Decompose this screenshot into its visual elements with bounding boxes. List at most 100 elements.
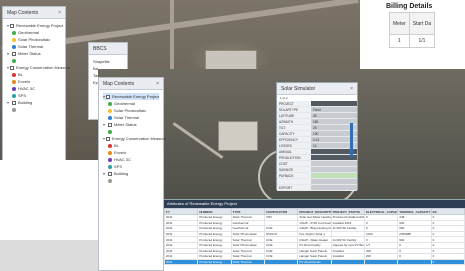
layer-label: Meter Status xyxy=(18,51,41,56)
layer-tree-item[interactable]: ▾ Meter Status xyxy=(7,50,61,57)
panel-list-item[interactable]: Shapefile xyxy=(93,58,123,65)
field-value[interactable] xyxy=(311,167,357,172)
layer-tree-item[interactable]: Solar Photovoltaic xyxy=(103,107,159,114)
layer-checkbox[interactable] xyxy=(10,65,15,70)
panel-controls[interactable]: × xyxy=(58,7,62,19)
layer-tree-item[interactable]: ▾ Energy Conservation Measure xyxy=(103,135,166,142)
billing-row[interactable]: 1 1/1 xyxy=(389,34,436,48)
layer-tree-item[interactable]: Solar Thermal xyxy=(7,43,61,50)
map-contents-panel: Map Contents × ▾ Renewable Energy Project… xyxy=(98,77,166,271)
layer-tree-item[interactable]: SPS xyxy=(103,163,159,170)
layer-tree-item[interactable]: Solar Photovoltaic xyxy=(7,36,61,43)
layer-tree-item[interactable]: Envelo xyxy=(7,78,61,85)
billing-column-header[interactable]: Meter xyxy=(389,12,410,35)
field-label: LOSSES xyxy=(277,143,311,148)
expand-arrow-icon[interactable]: ▾ xyxy=(7,99,11,106)
layer-checkbox[interactable] xyxy=(108,122,112,127)
legend-swatch-icon xyxy=(108,101,112,106)
expand-arrow-icon[interactable]: ▾ xyxy=(7,22,9,29)
field-value[interactable]: Fixed xyxy=(311,107,357,112)
billing-column-header[interactable]: Start Da xyxy=(408,12,436,35)
field-label: COST xyxy=(277,161,311,166)
field-label: ANNUAL xyxy=(277,149,311,154)
field-value[interactable]: 35 xyxy=(311,113,357,118)
layer-label: Meter Status xyxy=(114,122,137,127)
solar-calculator-popup: Solar Simulator × 1 of 2 PROJECT SOLARTYP… xyxy=(276,82,358,191)
panel-title: Map Contents xyxy=(103,81,135,87)
layer-tree-item[interactable]: Geothermal xyxy=(103,100,159,107)
field-label: PROJECT xyxy=(277,101,311,106)
scrollbar[interactable] xyxy=(350,123,353,157)
layer-tree-item[interactable] xyxy=(7,57,61,64)
layer-tree-item[interactable]: ▾ Renewable Energy Project xyxy=(7,22,63,29)
field-label: LATITUDE xyxy=(277,113,311,118)
layer-tree-item[interactable]: Envelo xyxy=(103,149,159,156)
layer-tree-item[interactable]: BL xyxy=(7,71,61,78)
legend-swatch-icon xyxy=(12,30,16,35)
layer-label: HVAC 3C xyxy=(18,86,36,91)
legend-swatch-icon xyxy=(108,157,112,162)
layer-label: Building xyxy=(18,100,33,105)
layer-tree-item[interactable] xyxy=(103,128,159,135)
layer-label: Energy Conservation Measure xyxy=(16,65,71,70)
layer-checkbox[interactable] xyxy=(10,23,15,28)
layer-checkbox[interactable] xyxy=(108,171,112,176)
popup-controls[interactable]: × xyxy=(350,83,354,95)
panel-header: BBCS xyxy=(89,43,127,55)
layer-tree: ▾ Renewable Energy Project Geothermal Solar… xyxy=(99,90,166,187)
field-value[interactable] xyxy=(311,161,357,166)
field-label: SAVINGS xyxy=(277,167,311,172)
map-contents-panel: Map Contents × ▾ Renewable Energy Project… xyxy=(2,6,70,160)
table-cell xyxy=(397,258,432,266)
front-map-screenshot: Map Contents × ▾ Renewable Energy Project… xyxy=(98,69,465,271)
blank-area xyxy=(0,240,98,271)
table-cell: GSHP - Water Heater xyxy=(297,236,332,243)
table-cell: 2011 xyxy=(163,258,199,266)
layer-tree-item[interactable]: ▾ Energy Conservation Measure xyxy=(7,64,70,71)
table-cell xyxy=(330,258,365,266)
layer-checkbox[interactable] xyxy=(12,51,16,56)
expand-arrow-icon[interactable]: ▾ xyxy=(103,93,105,100)
expand-arrow-icon[interactable]: ▾ xyxy=(7,50,11,57)
solar-fields: PROJECT SOLARTYPE Fixed LATITUDE 35 AZIMUTH 18… xyxy=(277,101,357,191)
layer-tree-item[interactable]: HVAC 3C xyxy=(103,156,159,163)
layer-tree-item[interactable] xyxy=(7,106,61,113)
table-cell xyxy=(363,258,399,266)
field-label: SOLARTYPE xyxy=(277,107,311,112)
layer-tree-item[interactable]: ▾ Meter Status xyxy=(103,121,159,128)
popup-title: Solar Simulator xyxy=(281,86,316,92)
layer-tree: ▾ Renewable Energy Project Geothermal Solar… xyxy=(3,19,70,116)
layer-tree-item[interactable]: ▾ Building xyxy=(7,99,61,106)
layer-tree-item[interactable]: Geothermal xyxy=(7,29,61,36)
field-value[interactable] xyxy=(311,101,357,106)
expand-arrow-icon[interactable]: ▾ xyxy=(7,64,9,71)
attribute-grid: FYNUMBERTYPECONTRACTORPROJECT_DESCRIPTIO… xyxy=(163,208,465,266)
attribute-table-title: Attributes of Renewable Energy Project xyxy=(164,200,465,208)
expand-arrow-icon[interactable]: ▾ xyxy=(103,121,107,128)
layer-tree-item[interactable]: SPS xyxy=(7,92,61,99)
layer-tree-item[interactable] xyxy=(103,177,159,184)
field-value[interactable] xyxy=(311,179,357,184)
layer-tree-item[interactable]: HVAC 3C xyxy=(7,85,61,92)
field-label: PRODUCTION xyxy=(277,155,311,160)
layer-checkbox[interactable] xyxy=(106,94,111,99)
legend-swatch-icon xyxy=(12,72,16,77)
layer-tree-item[interactable]: BL xyxy=(103,142,159,149)
layer-checkbox[interactable] xyxy=(106,136,111,141)
field-value[interactable] xyxy=(311,185,357,190)
panel-header: Map Contents × xyxy=(3,7,65,19)
expand-arrow-icon[interactable]: ▾ xyxy=(103,135,105,142)
table-row[interactable]: 2011 Produced Energy Solar Thermal PV shed … xyxy=(163,258,465,266)
field-value[interactable] xyxy=(311,173,357,178)
table-cell: Capped for new PV Building xyxy=(330,242,365,249)
expand-arrow-icon[interactable]: ▾ xyxy=(103,170,107,177)
layer-tree-item[interactable]: ▾ Renewable Energy Project xyxy=(103,93,159,100)
layer-label: SPS xyxy=(114,164,123,169)
layer-tree-item[interactable]: ▾ Building xyxy=(103,170,159,177)
legend-swatch-icon xyxy=(108,164,112,169)
panel-controls[interactable]: × xyxy=(156,78,160,90)
layer-checkbox[interactable] xyxy=(12,100,16,105)
layer-tree-item[interactable]: Solar Thermal xyxy=(103,114,159,121)
attribute-table: Attributes of Renewable Energy Project F… xyxy=(163,199,465,271)
layer-label: SPS xyxy=(18,93,27,98)
